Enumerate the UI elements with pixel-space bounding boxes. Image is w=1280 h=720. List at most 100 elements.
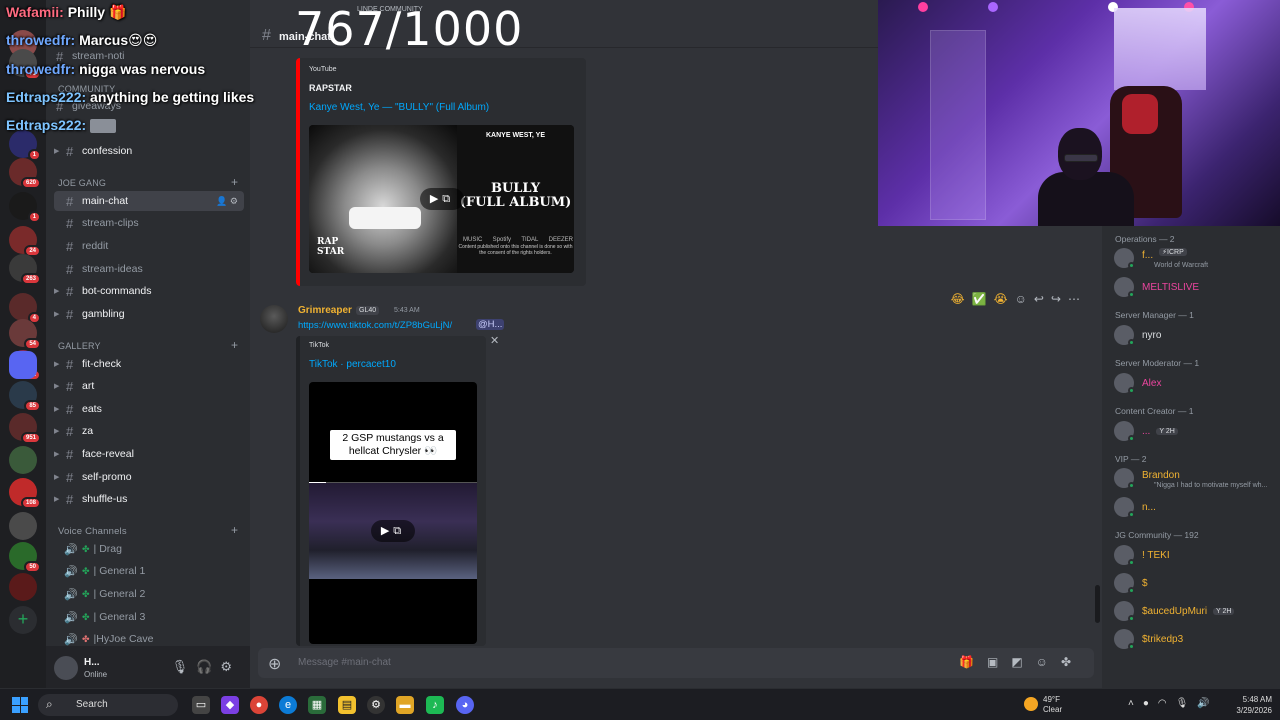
member-row[interactable]: $trikedp3 (1114, 628, 1276, 650)
taskbar-search[interactable]: ⌕ Search (38, 694, 178, 716)
laughing-emoji-icon[interactable]: 😂 (951, 292, 965, 312)
gift-icon[interactable]: 🎁 (959, 655, 987, 669)
apps-icon[interactable]: ✤ (1061, 655, 1084, 669)
windows-start-icon[interactable] (12, 697, 28, 713)
server-icon[interactable]: 108 (9, 478, 41, 509)
server-icon[interactable]: 85 (9, 381, 41, 412)
crying-emoji-icon[interactable]: 😭 (994, 292, 1008, 312)
play-button[interactable]: ▶⧉ (371, 520, 415, 542)
voice-channel-general-1[interactable]: 🔊 ✤ | General 1 (54, 561, 244, 581)
server-icon[interactable]: 24 (9, 226, 41, 257)
close-icon[interactable]: ✕ (490, 334, 499, 347)
server-icon[interactable]: 4 (9, 293, 41, 324)
user-controls[interactable]: 🎙🎧⚙ (172, 659, 240, 675)
channel-gambling[interactable]: ▶ # gambling (54, 304, 244, 324)
system-tray[interactable]: ˄●◠🎙🔊 (1128, 698, 1219, 709)
channel-stream-clips[interactable]: # stream-clips (54, 213, 244, 233)
gif-icon[interactable]: ▣ (987, 655, 1011, 669)
server-icon-active[interactable] (9, 351, 37, 379)
headphones-icon[interactable]: 🎧 (196, 659, 220, 674)
video-thumbnail[interactable]: RAP STAR KANYE WEST, YE BULLY (FULL ALBUM… (309, 125, 574, 273)
member-row[interactable]: ! TEKI (1114, 544, 1276, 566)
add-reaction-icon[interactable]: ☺ (1015, 292, 1027, 312)
user-mention[interactable]: @H... (476, 319, 505, 330)
channel-za[interactable]: ▶ # za (54, 421, 244, 441)
channel-face-reveal[interactable]: ▶ # face-reveal (54, 444, 244, 464)
member-row[interactable]: n... (1114, 496, 1276, 518)
message-input[interactable]: Message #main-chat (298, 657, 391, 668)
copilot-icon[interactable]: ◆ (221, 696, 239, 714)
mic-icon[interactable]: 🎙 (172, 659, 197, 674)
sticker-icon[interactable]: ◩ (1011, 655, 1035, 669)
member-row[interactable]: ... Y 2H (1114, 420, 1276, 442)
clock[interactable]: 5:48 AM 3/29/2026 (1226, 694, 1272, 716)
check-emoji-icon[interactable]: ✅ (972, 292, 987, 312)
channel-reddit[interactable]: # reddit (54, 236, 244, 256)
channel-confession[interactable]: ▶ # confession (54, 141, 244, 161)
settings-icon[interactable]: ⚙ (367, 696, 385, 714)
scrollbar[interactable] (1095, 585, 1100, 623)
member-row[interactable]: f... ⚡ICRP World of Warcraft (1114, 248, 1276, 270)
app-tray-icon[interactable]: ● (1143, 698, 1158, 709)
member-row[interactable]: $ (1114, 572, 1276, 594)
voice-channel-general-2[interactable]: 🔊 ✤ | General 2 (54, 584, 244, 604)
avatar[interactable] (54, 656, 78, 680)
server-icon[interactable]: 951 (9, 413, 41, 444)
channel-self-promo[interactable]: ▶ # self-promo (54, 467, 244, 487)
channel-art[interactable]: ▶ # art (54, 376, 244, 396)
forward-icon[interactable]: ↪ (1051, 292, 1061, 312)
server-icon[interactable] (9, 512, 37, 540)
gear-icon[interactable]: ⚙ (220, 659, 240, 674)
server-icon[interactable]: 263 (9, 254, 41, 285)
folder-icon[interactable]: ▬ (396, 696, 414, 714)
server-icon[interactable]: 620 (9, 158, 41, 189)
category-joe-gang[interactable]: JOE GANG (58, 178, 106, 188)
chrome-icon[interactable]: ● (250, 696, 268, 714)
embed-title[interactable]: TikTok · percacet10 (309, 359, 396, 370)
store-icon[interactable]: ▤ (338, 696, 356, 714)
video-thumbnail[interactable]: 2 GSP mustangs vs a hellcat Chrysler 👀 ▶… (309, 382, 477, 644)
channel-shuffle-us[interactable]: ▶ # shuffle-us (54, 489, 244, 509)
channel-bot-commands[interactable]: ▶ # bot-commands (54, 281, 244, 301)
member-row[interactable]: MELTISLIVE (1114, 276, 1276, 298)
embed-title[interactable]: Kanye West, Ye — "BULLY" (Full Album) (309, 102, 489, 113)
server-icon[interactable]: 50 (9, 542, 41, 573)
weather-widget[interactable]: 49°F Clear (1024, 694, 1084, 716)
voice-channel-drag[interactable]: 🔊 ✤ | Drag (54, 539, 244, 559)
message-link[interactable]: https://www.tiktok.com/t/ZP8bGuLjN/ (298, 320, 452, 331)
channel-fit-check[interactable]: ▶ # fit-check (54, 354, 244, 374)
message-author[interactable]: Grimreaper (298, 305, 352, 316)
task-view-icon[interactable]: ▭ (192, 696, 210, 714)
app-icon[interactable]: ▦ (308, 696, 326, 714)
edge-icon[interactable]: e (279, 696, 297, 714)
add-channel-icon[interactable]: + (231, 175, 238, 189)
discord-icon[interactable]: ◕ (456, 696, 474, 714)
server-icon[interactable]: 1 (9, 130, 41, 161)
channel-stream-ideas[interactable]: # stream-ideas (54, 259, 244, 279)
category-voice-channels[interactable]: Voice Channels (58, 526, 127, 537)
add-channel-icon[interactable]: + (231, 523, 238, 537)
voice-channel-general-3[interactable]: 🔊 ✤ | General 3 (54, 607, 244, 627)
add-attachment-icon[interactable]: ⊕ (268, 654, 281, 674)
server-icon[interactable]: 1 (9, 192, 41, 223)
reply-icon[interactable]: ↩ (1034, 292, 1044, 312)
more-icon[interactable]: ⋯ (1068, 292, 1080, 312)
avatar[interactable] (260, 305, 288, 333)
server-icon[interactable]: 54 (9, 319, 41, 350)
add-server-button[interactable]: + (9, 606, 37, 634)
member-row[interactable]: Brandon "Nigga I had to motivate myself w… (1114, 468, 1276, 490)
play-button[interactable]: ▶⧉ (420, 188, 464, 210)
volume-icon[interactable]: 🔊 (1197, 698, 1218, 709)
app-icon[interactable]: ♪ (426, 696, 444, 714)
emoji-icon[interactable]: ☺ (1036, 655, 1061, 669)
chevron-up-icon[interactable]: ˄ (1128, 698, 1143, 709)
server-icon[interactable] (9, 446, 37, 474)
member-row[interactable]: Alex (1114, 372, 1276, 394)
server-icon[interactable] (9, 573, 37, 601)
embed-author[interactable]: RAPSTAR (309, 83, 352, 93)
add-channel-icon[interactable]: + (231, 338, 238, 352)
channel-settings-icon[interactable]: 👤 ⚙ (216, 196, 238, 207)
member-row[interactable]: $aucedUpMuri Y 2H (1114, 600, 1276, 622)
mic-icon[interactable]: 🎙 (1176, 698, 1198, 709)
member-row[interactable]: nyro (1114, 324, 1276, 346)
